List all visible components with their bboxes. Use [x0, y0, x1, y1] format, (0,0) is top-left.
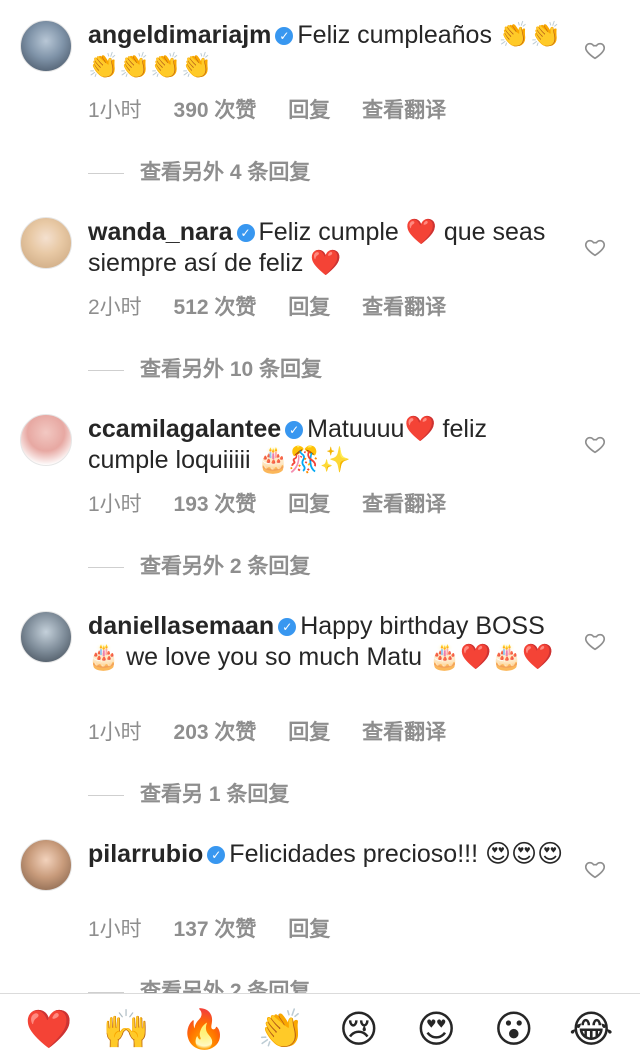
- view-replies-button[interactable]: 查看另外 10 条回复: [88, 353, 322, 383]
- comment-text: Felicidades precioso!!! 😍😍😍: [229, 840, 564, 868]
- comment-body: ccamilagalantee ✓ Matuuuu❤️ feliz cumple l…: [88, 414, 570, 476]
- emoji-red-heart[interactable]: ❤️: [21, 1007, 77, 1051]
- reply-button[interactable]: 回复: [288, 296, 330, 319]
- view-replies-button[interactable]: 查看另外 2 条回复: [88, 550, 310, 580]
- comment-username[interactable]: angeldimariajm: [88, 21, 271, 49]
- comment-meta: 1小时 137 次赞 回复: [88, 913, 356, 943]
- reply-button[interactable]: 回复: [288, 721, 330, 744]
- avatar[interactable]: [20, 839, 72, 891]
- verified-badge-icon: ✓: [278, 618, 297, 636]
- comment-meta: 1小时 203 次赞 回复 查看翻译: [88, 716, 472, 746]
- comment-time: 1小时: [88, 918, 142, 941]
- emoji-surprised-face[interactable]: 😮: [486, 1007, 542, 1051]
- emoji-clapping-hands[interactable]: 👏: [253, 1007, 309, 1051]
- comment-body: daniellasemaan ✓ Happy birthday BOSS🎂 we l…: [88, 611, 570, 673]
- comment-meta: 1小时 390 次赞 回复 查看翻译: [88, 94, 472, 124]
- emoji-raised-hands[interactable]: 🙌: [98, 1007, 154, 1051]
- likes-count[interactable]: 390 次赞: [174, 99, 257, 122]
- comment-time: 1小时: [88, 99, 142, 122]
- translate-button[interactable]: 查看翻译: [362, 296, 446, 319]
- avatar[interactable]: [20, 611, 72, 663]
- comment-body: pilarrubio ✓ Felicidades precioso!!! 😍😍😍: [88, 839, 570, 870]
- heart-outline-icon[interactable]: [584, 237, 606, 259]
- comment-username[interactable]: ccamilagalantee: [88, 415, 281, 443]
- comment-body: wanda_nara ✓ Feliz cumple ❤️ que seas siem…: [88, 217, 570, 279]
- avatar[interactable]: [20, 414, 72, 466]
- divider: [88, 566, 124, 568]
- likes-count[interactable]: 203 次赞: [174, 721, 257, 744]
- view-replies-label: 查看另 1 条回复: [140, 783, 290, 806]
- reply-button[interactable]: 回复: [288, 99, 330, 122]
- verified-badge-icon: ✓: [285, 421, 304, 439]
- translate-button[interactable]: 查看翻译: [362, 99, 446, 122]
- avatar[interactable]: [20, 217, 72, 269]
- emoji-fire[interactable]: 🔥: [176, 1007, 232, 1051]
- divider: [88, 369, 124, 371]
- emoji-crying-face[interactable]: 😢: [331, 1007, 387, 1051]
- emoji-reaction-bar: ❤️ 🙌 🔥 👏 😢 😍 😮 😂: [0, 993, 640, 1064]
- comment-meta: 1小时 193 次赞 回复 查看翻译: [88, 488, 472, 518]
- view-replies-label: 查看另外 4 条回复: [140, 161, 311, 184]
- comment-time: 2小时: [88, 296, 142, 319]
- translate-button[interactable]: 查看翻译: [362, 721, 446, 744]
- divider: [88, 794, 124, 796]
- view-replies-button[interactable]: 查看另外 4 条回复: [88, 156, 310, 186]
- heart-outline-icon[interactable]: [584, 40, 606, 62]
- comment-username[interactable]: daniellasemaan: [88, 612, 274, 640]
- comment-time: 1小时: [88, 493, 142, 516]
- comment-username[interactable]: wanda_nara: [88, 218, 233, 246]
- view-replies-label: 查看另外 2 条回复: [140, 555, 311, 578]
- view-replies-label: 查看另外 10 条回复: [140, 358, 323, 381]
- reply-button[interactable]: 回复: [288, 493, 330, 516]
- likes-count[interactable]: 137 次赞: [174, 918, 257, 941]
- comment-time: 1小时: [88, 721, 142, 744]
- comment-meta: 2小时 512 次赞 回复 查看翻译: [88, 291, 472, 321]
- heart-outline-icon[interactable]: [584, 631, 606, 653]
- comment-username[interactable]: pilarrubio: [88, 840, 203, 868]
- likes-count[interactable]: 512 次赞: [174, 296, 257, 319]
- heart-outline-icon[interactable]: [584, 859, 606, 881]
- avatar[interactable]: [20, 20, 72, 72]
- likes-count[interactable]: 193 次赞: [174, 493, 257, 516]
- reply-button[interactable]: 回复: [288, 918, 330, 941]
- translate-button[interactable]: 查看翻译: [362, 493, 446, 516]
- comment-body: angeldimariajm ✓ Feliz cumpleaños 👏👏👏👏👏👏: [88, 20, 570, 82]
- divider: [88, 172, 124, 174]
- emoji-tears-of-joy[interactable]: 😂: [563, 1007, 619, 1051]
- verified-badge-icon: ✓: [236, 224, 255, 242]
- verified-badge-icon: ✓: [207, 846, 226, 864]
- emoji-heart-eyes[interactable]: 😍: [408, 1007, 464, 1051]
- verified-badge-icon: ✓: [275, 27, 294, 45]
- heart-outline-icon[interactable]: [584, 434, 606, 456]
- view-replies-button[interactable]: 查看另 1 条回复: [88, 778, 289, 808]
